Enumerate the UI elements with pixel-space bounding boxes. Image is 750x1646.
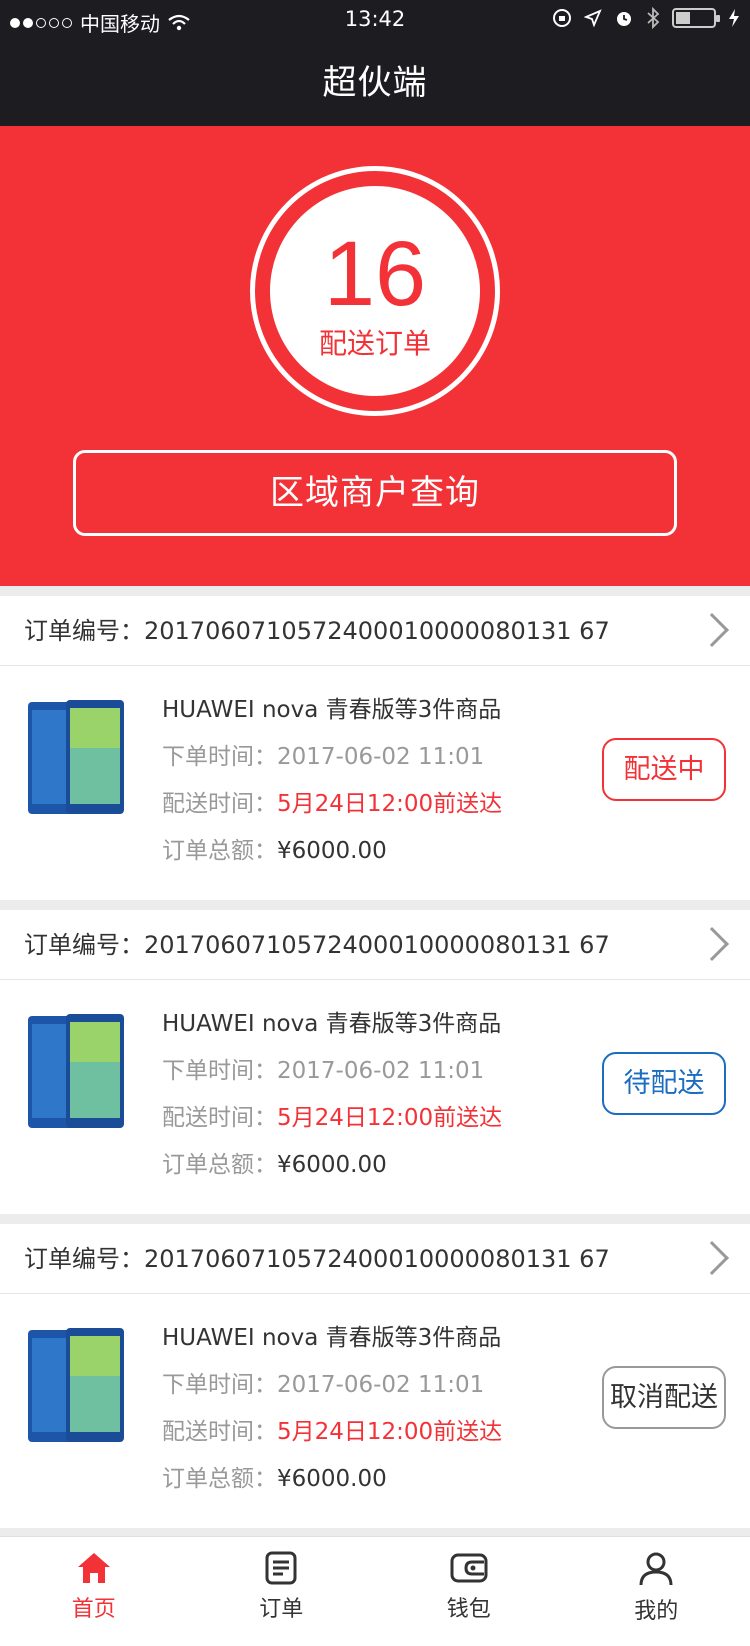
product-name: HUAWEI nova 青春版等3件商品 [162,1325,502,1351]
order-no-value: 2017060710572400010000080131 67 [144,617,610,645]
delivery-order-label: 配送订单 [318,327,431,360]
wallet-icon [450,1553,488,1583]
delivery-time-value: 5月24日12:00前送达 [277,1419,503,1445]
total-value: ¥6000.00 [277,1152,387,1178]
order-time-value: 2017-06-02 11:01 [277,744,485,770]
tab-home[interactable]: 首页 [0,1537,188,1646]
status-button-delivering[interactable]: 配送中 [602,738,726,801]
bluetooth-icon [647,7,660,29]
order-header[interactable]: 订单编号：2017060710572400010000080131 67 [0,596,750,666]
delivery-time-value: 5月24日12:00前送达 [277,791,503,817]
status-right [552,7,740,29]
delivery-time-value: 5月24日12:00前送达 [277,1105,503,1131]
order-count-ring[interactable]: 16 配送订单 [250,166,500,416]
order-card[interactable]: 订单编号：2017060710572400010000080131 67 HUA… [0,1224,750,1528]
tab-mine[interactable]: 我的 [563,1537,750,1646]
order-info: HUAWEI nova 青春版等3件商品 下单时间：2017-06-02 11:… [162,694,502,882]
total-value: ¥6000.00 [277,1466,387,1492]
rotation-lock-icon [553,9,571,27]
order-time-label: 下单时间： [162,1058,277,1084]
status-button-cancel[interactable]: 取消配送 [602,1366,726,1429]
order-header[interactable]: 订单编号：2017060710572400010000080131 67 [0,910,750,980]
location-icon [584,9,602,27]
chevron-right-icon[interactable] [695,613,729,647]
hero-panel: 16 配送订单 区域商户查询 [0,126,750,586]
phone-product-image [28,1328,124,1442]
status-button-pending[interactable]: 待配送 [602,1052,726,1115]
tab-bar: 首页 订单 钱包 我的 [0,1536,750,1646]
area-merchant-query-button[interactable]: 区域商户查询 [73,450,677,536]
order-no-label: 订单编号： [24,617,144,645]
chevron-right-icon[interactable] [695,1241,729,1275]
order-time-value: 2017-06-02 11:01 [277,1372,485,1398]
page-title: 超伙端 [322,63,428,103]
order-body: HUAWEI nova 青春版等3件商品 下单时间：2017-06-02 11:… [0,666,750,900]
delivery-order-count: 16 [323,223,427,325]
chevron-right-icon[interactable] [695,927,729,961]
order-card[interactable]: 订单编号：2017060710572400010000080131 67 HUA… [0,910,750,1214]
order-body: HUAWEI nova 青春版等3件商品 下单时间：2017-06-02 11:… [0,980,750,1214]
delivery-time-label: 配送时间： [162,791,277,817]
delivery-time-label: 配送时间： [162,1105,277,1131]
order-icon [265,1551,297,1585]
order-time-value: 2017-06-02 11:01 [277,1058,485,1084]
order-no-label: 订单编号： [24,1245,144,1273]
order-count-circle: 16 配送订单 [270,186,480,396]
delivery-time-label: 配送时间： [162,1419,277,1445]
phone-product-image [28,1014,124,1128]
phone-product-image [28,700,124,814]
order-info: HUAWEI nova 青春版等3件商品 下单时间：2017-06-02 11:… [162,1322,502,1510]
alarm-icon [617,12,631,26]
product-name: HUAWEI nova 青春版等3件商品 [162,1011,502,1037]
home-icon [77,1553,110,1583]
tab-label: 钱包 [446,1597,491,1622]
order-no-value: 2017060710572400010000080131 67 [144,1245,610,1273]
order-body: HUAWEI nova 青春版等3件商品 下单时间：2017-06-02 11:… [0,1294,750,1528]
order-list: 订单编号：2017060710572400010000080131 67 HUA… [0,596,750,1538]
product-name: HUAWEI nova 青春版等3件商品 [162,697,502,723]
order-header[interactable]: 订单编号：2017060710572400010000080131 67 [0,1224,750,1294]
order-no-value: 2017060710572400010000080131 67 [144,931,610,959]
total-label: 订单总额： [162,1466,277,1492]
total-label: 订单总额： [162,838,277,864]
order-no-label: 订单编号： [24,931,144,959]
tab-label: 订单 [259,1597,304,1622]
tab-orders[interactable]: 订单 [188,1537,376,1646]
charging-icon [729,9,739,27]
tab-label: 首页 [71,1597,116,1622]
order-time-label: 下单时间： [162,1372,277,1398]
user-icon [639,1552,673,1586]
total-label: 订单总额： [162,1152,277,1178]
nav-bar: 超伙端 [0,40,750,126]
total-value: ¥6000.00 [277,838,387,864]
status-bar: 中国移动 13:42 [0,0,750,40]
order-time-label: 下单时间： [162,744,277,770]
battery-icon [672,8,720,28]
tab-wallet[interactable]: 钱包 [375,1537,563,1646]
order-info: HUAWEI nova 青春版等3件商品 下单时间：2017-06-02 11:… [162,1008,502,1196]
order-card[interactable]: 订单编号：2017060710572400010000080131 67 HUA… [0,596,750,900]
tab-label: 我的 [634,1599,679,1624]
